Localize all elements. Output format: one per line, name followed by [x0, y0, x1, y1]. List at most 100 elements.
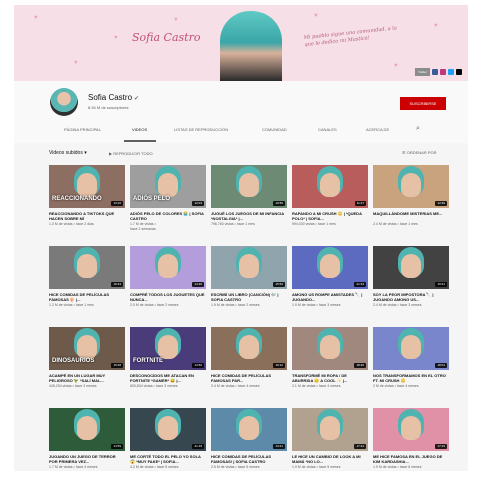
video-title[interactable]: JUGUÉ LOS JUEGOS DE MI INFANCIA *nostalg… [211, 211, 287, 221]
video-meta: 1.9 M de vistas • hace 6 meses [373, 465, 449, 470]
video-title[interactable]: HICE COMIDAS DE PELÍCULAS FAMOSAS! | Sof… [211, 454, 287, 464]
video-views-age: 2.4 M de vistas • hace 1 mes [373, 222, 418, 226]
video-duration: 18:20 [354, 363, 366, 368]
video-title[interactable]: MAQUILLÁNDOME MISTERIAS ME... [373, 211, 449, 221]
video-duration: 21:18 [192, 444, 204, 449]
video-card[interactable]: 21:34 AMONG US ROMPE AMISTADES 🔪 | JUGAND… [292, 246, 368, 324]
video-thumbnail[interactable]: 16:43 [49, 246, 125, 289]
video-thumbnail[interactable]: 14:59 [49, 408, 125, 451]
video-card[interactable]: DINOSAURIOS 15:48 ACAMPÉ EN UN LUGAR MUY P… [49, 327, 125, 405]
video-thumbnail[interactable]: 16:12 [211, 327, 287, 370]
search-icon[interactable]: ⌕ [416, 125, 420, 133]
heart-icon: ♥ [174, 17, 178, 23]
video-card[interactable]: 17:23 ME HICE FAMOSA EN EL JUEGO DE KIM K… [373, 408, 449, 486]
video-title[interactable]: REACCIONANDO A TIKTOKS QUE HACEN SOBRE M… [49, 211, 125, 221]
twitter-icon[interactable] [448, 69, 454, 75]
subscribe-button[interactable]: SUSCRIBIRSE [400, 97, 446, 110]
video-title[interactable]: ME CORTÉ TODO EL PELO YO SOLA 😱 *muy fak… [130, 454, 206, 464]
tab-channels[interactable]: CANALES [318, 127, 337, 132]
video-views-age: 796,760 vistas • hace 1 mes [211, 222, 255, 226]
channel-name[interactable]: Sofia Castro ✔ [88, 93, 139, 102]
video-thumbnail[interactable]: 11:27 [292, 165, 368, 208]
video-meta: 2.6 M de vistas • hace 5 meses [211, 465, 287, 470]
instagram-icon[interactable] [440, 69, 446, 75]
video-card[interactable]: 19:41 SOY LA PEOR IMPOSTORA 🔪 | JUGANDO A… [373, 246, 449, 324]
sort-button[interactable]: ☰ ORDENAR POR [402, 150, 436, 155]
video-title[interactable]: SOY LA PEOR IMPOSTORA 🔪 | JUGANDO AMONG … [373, 292, 449, 302]
video-thumbnail[interactable]: FORTNITE 14:50 [130, 327, 206, 370]
video-thumbnail[interactable]: 15:52 [211, 246, 287, 289]
video-title[interactable]: ME HICE FAMOSA EN EL JUEGO DE KIM KARDAS… [373, 454, 449, 464]
video-card[interactable]: 16:56 JUGUÉ LOS JUEGOS DE MI INFANCIA *no… [211, 165, 287, 243]
video-thumbnail[interactable]: 17:44 [292, 408, 368, 451]
video-title[interactable]: NOS TRANSFORMAMOS EN EL OTRO FT. MI CRUS… [373, 373, 449, 383]
video-thumbnail[interactable]: 12:39 [373, 165, 449, 208]
video-card[interactable]: 13:41 HICE COMIDAS DE PELÍCULAS FAMOSAS! … [211, 408, 287, 486]
video-card[interactable]: 16:12 HICE COMIDAS DE PELÍCULAS FAMOSAS P… [211, 327, 287, 405]
video-card[interactable]: 21:18 ME CORTÉ TODO EL PELO YO SOLA 😱 *mu… [130, 408, 206, 486]
video-duration: 15:48 [111, 363, 123, 368]
video-card[interactable]: 12:39 MAQUILLÁNDOME MISTERIAS ME... 2.4 M … [373, 165, 449, 243]
video-meta: 994,030 vistas • hace 1 mes [292, 222, 368, 227]
tab-videos[interactable]: VIDEOS [132, 127, 147, 132]
video-thumbnail[interactable]: 19:41 [373, 246, 449, 289]
video-meta: 796,760 vistas • hace 1 mes [211, 222, 287, 227]
video-card[interactable]: 18:01 NOS TRANSFORMAMOS EN EL OTRO FT. MI… [373, 327, 449, 405]
play-all-button[interactable]: ▶ REPRODUCIR TODO [109, 151, 153, 156]
sort-label: ORDENAR POR [406, 150, 437, 155]
thumbnail-person [77, 416, 97, 440]
video-card[interactable]: 11:27 RAPANDO A MI CRUSH 😳 | *QUEDA POLO*… [292, 165, 368, 243]
video-card[interactable]: 15:52 ESCRIBÍ UN LIBRO (CANCIÓN) 🎶 | Sofi… [211, 246, 287, 324]
video-duration: 13:41 [273, 444, 285, 449]
uploads-dropdown[interactable]: Videos subidos ▾ [49, 150, 87, 156]
video-title[interactable]: LE HICE UN CAMBIO DE LOOK A MI MAMÁ *no … [292, 454, 368, 464]
video-title[interactable]: DESCONOCIDOS ME ATACAN EN FORTNITE *game… [130, 373, 206, 383]
video-views-age: 2 M de vistas • hace 4 meses [373, 384, 419, 388]
tab-about[interactable]: ACERCA DE [366, 127, 389, 132]
tab-community[interactable]: COMUNIDAD [262, 127, 287, 132]
video-card[interactable]: ADIÓS PELO 12:03 ADIÓS PELO DE COLORES 😭 |… [130, 165, 206, 243]
video-thumbnail[interactable]: 18:01 [373, 327, 449, 370]
video-card[interactable]: 18:20 TRANSFORMÉ MI ROPA / DE ABURRIDA 😐 … [292, 327, 368, 405]
avatar[interactable] [50, 88, 78, 116]
video-thumbnail[interactable]: 18:20 [292, 327, 368, 370]
video-card[interactable]: 16:43 HICE COMIDAS DE PELÍCULAS FAMOSAS 🍿… [49, 246, 125, 324]
tab-playlists[interactable]: LISTAS DE REPRODUCCIÓN [174, 127, 228, 132]
video-thumbnail[interactable]: 13:41 [211, 408, 287, 451]
thumbnail-person [401, 335, 421, 359]
video-thumbnail[interactable]: ADIÓS PELO 12:03 [130, 165, 206, 208]
video-title[interactable]: AMONG US ROMPE AMISTADES 🔪 | JUGANDO... [292, 292, 368, 302]
video-title[interactable]: ESCRIBÍ UN LIBRO (CANCIÓN) 🎶 | Sofia Cas… [211, 292, 287, 302]
video-card[interactable]: REACCIONANDO 13:10 REACCIONANDO A TIKTOKS … [49, 165, 125, 243]
video-views-age: 994,030 vistas • hace 1 mes [292, 222, 336, 226]
video-thumbnail[interactable]: REACCIONANDO 13:10 [49, 165, 125, 208]
tab-home[interactable]: PÁGINA PRINCIPAL [64, 127, 101, 132]
video-title[interactable]: ADIÓS PELO DE COLORES 😭 | Sofia Castro [130, 211, 206, 221]
video-thumbnail[interactable]: 21:34 [292, 246, 368, 289]
video-title[interactable]: JUGANDO UN JUEGO DE TERROR POR PRIMERA V… [49, 454, 125, 464]
video-thumbnail[interactable]: DINOSAURIOS 15:48 [49, 327, 125, 370]
video-thumbnail[interactable]: 14:20 [130, 246, 206, 289]
facebook-icon[interactable] [432, 69, 438, 75]
thumbnail-person [320, 416, 340, 440]
video-title[interactable]: RAPANDO A MI CRUSH 😳 | *QUEDA POLO* | So… [292, 211, 368, 221]
video-title[interactable]: COMPRÉ TODOS LOS JUGUETES QUE NUNCA... [130, 292, 206, 302]
video-title[interactable]: HICE COMIDAS DE PELÍCULAS FAMOSAS 🍿 |... [49, 292, 125, 302]
video-title[interactable]: TRANSFORMÉ MI ROPA / DE ABURRIDA 😐 A COO… [292, 373, 368, 383]
video-card[interactable]: 14:20 COMPRÉ TODOS LOS JUGUETES QUE NUNCA… [130, 246, 206, 324]
heart-icon: ♥ [34, 15, 38, 21]
video-views-age: 1.9 M de vistas • hace 5 meses [292, 465, 341, 469]
banner-link-twitter[interactable]: Twitter [415, 68, 430, 76]
video-thumbnail[interactable]: 21:18 [130, 408, 206, 451]
video-age-line: hace 2 semanas [130, 226, 156, 231]
video-title[interactable]: HICE COMIDAS DE PELÍCULAS FAMOSAS PAR... [211, 373, 287, 383]
video-card[interactable]: FORTNITE 14:50 DESCONOCIDOS ME ATACAN EN F… [130, 327, 206, 405]
video-thumbnail[interactable]: 16:56 [211, 165, 287, 208]
thumbnail-person [77, 254, 97, 278]
tiktok-icon[interactable] [456, 69, 462, 75]
video-thumbnail[interactable]: 17:23 [373, 408, 449, 451]
channel-name-text: Sofia Castro [88, 93, 133, 102]
video-card[interactable]: 17:44 LE HICE UN CAMBIO DE LOOK A MI MAMÁ… [292, 408, 368, 486]
video-title[interactable]: ACAMPÉ EN UN LUGAR MUY PELIGROSO 🦖 *SALÍ… [49, 373, 125, 383]
video-card[interactable]: 14:59 JUGANDO UN JUEGO DE TERROR POR PRIM… [49, 408, 125, 486]
